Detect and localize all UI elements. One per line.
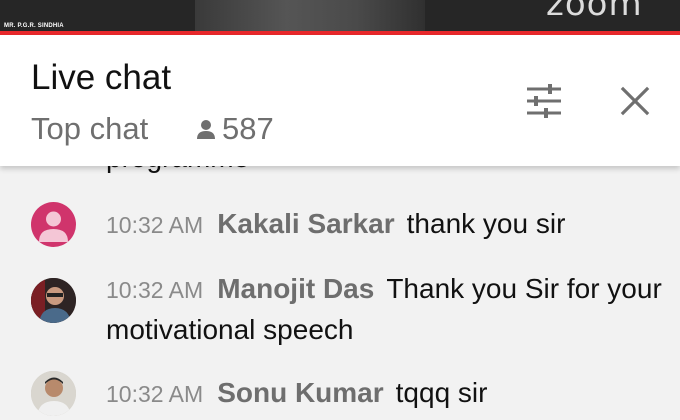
message-text: thank you sir bbox=[406, 208, 566, 239]
video-player[interactable]: MR. P.G.R. SINDHIA zoom bbox=[0, 0, 680, 31]
close-icon bbox=[620, 86, 650, 116]
message-timestamp: 10:32 AM bbox=[106, 277, 204, 303]
zoom-logo: zoom bbox=[546, 0, 643, 24]
profile-photo bbox=[31, 278, 76, 323]
close-chat-button[interactable] bbox=[617, 83, 653, 119]
message-author[interactable]: Sonu Kumar bbox=[217, 377, 383, 408]
avatar[interactable] bbox=[31, 278, 76, 323]
speaker-label: MR. P.G.R. SINDHIA bbox=[4, 23, 64, 29]
sliders-icon bbox=[527, 84, 561, 118]
live-chat-header: Live chat Top chat 587 bbox=[0, 35, 680, 166]
previous-message-fragment: programme bbox=[106, 166, 249, 174]
message-body: 10:32 AM Kakali Sarkar thank you sir bbox=[106, 204, 666, 245]
chat-mode-selector[interactable]: Top chat bbox=[31, 111, 148, 147]
avatar[interactable] bbox=[31, 202, 76, 247]
person-icon bbox=[197, 120, 215, 139]
chat-message-list[interactable]: programme 10:32 AM Kakali Sarkar thank you… bbox=[0, 166, 680, 420]
viewer-count-value: 587 bbox=[222, 111, 274, 146]
profile-photo bbox=[31, 371, 76, 416]
chat-settings-button[interactable] bbox=[524, 83, 564, 119]
avatar[interactable] bbox=[31, 371, 76, 416]
message-timestamp: 10:32 AM bbox=[106, 381, 204, 407]
video-frame bbox=[195, 0, 425, 31]
message-text: tqqq sir bbox=[395, 377, 488, 408]
message-timestamp: 10:32 AM bbox=[106, 212, 204, 238]
message-body: 10:32 AM Manojit Das Thank you Sir for you… bbox=[106, 269, 666, 350]
default-avatar-icon bbox=[39, 211, 68, 242]
message-author[interactable]: Manojit Das bbox=[217, 273, 374, 304]
chat-title: Live chat bbox=[31, 58, 172, 97]
message-author[interactable]: Kakali Sarkar bbox=[217, 208, 394, 239]
message-body: 10:32 AM Sonu Kumar tqqq sir bbox=[106, 373, 666, 414]
viewer-count: 587 bbox=[196, 111, 274, 147]
